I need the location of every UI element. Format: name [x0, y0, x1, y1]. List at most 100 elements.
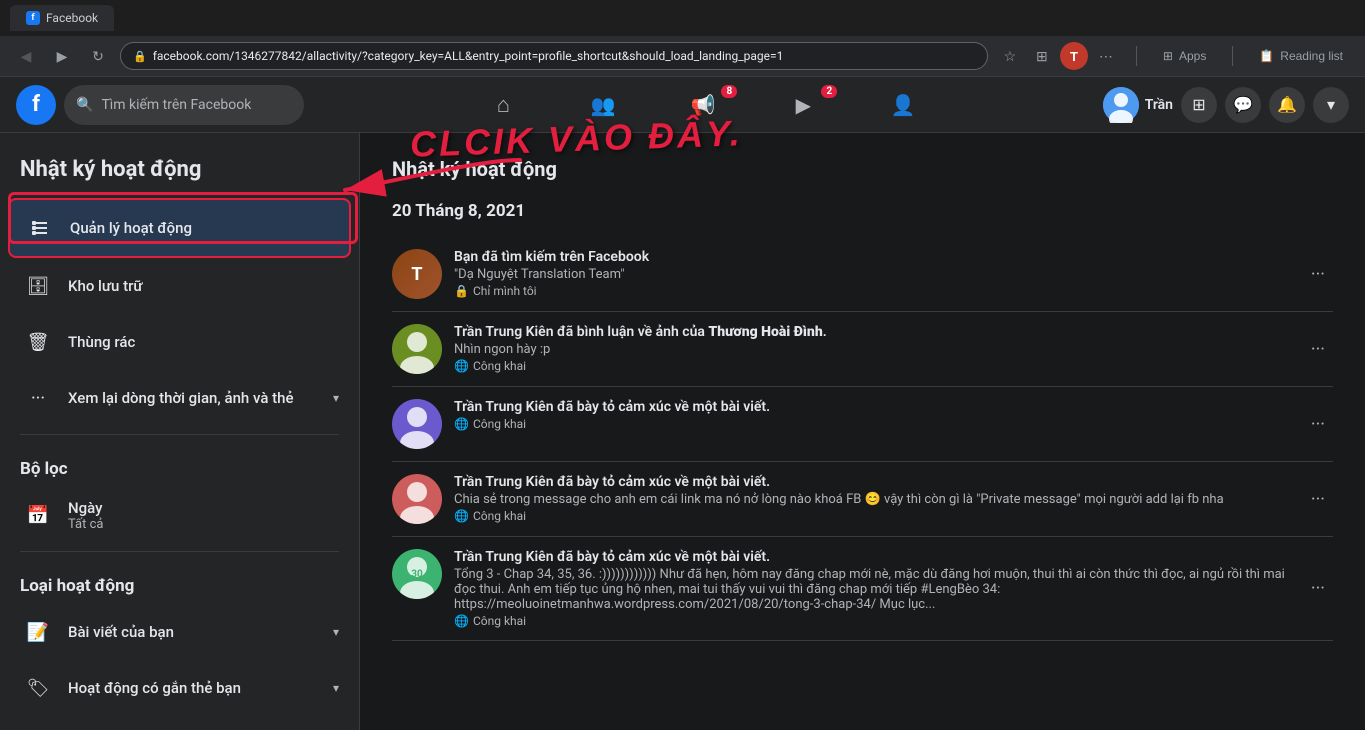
activity-body-2: Trần Trung Kiên đã bình luận về ảnh của …: [454, 324, 1291, 373]
address-bar[interactable]: 🔒 facebook.com/1346277842/allactivity/?c…: [120, 42, 988, 70]
browser-tab-bar: f Facebook: [0, 0, 1365, 36]
apps-label: Apps: [1179, 49, 1206, 63]
activity-privacy-2: 🌐 Công khai: [454, 359, 1291, 373]
extensions-button[interactable]: ⊞: [1028, 42, 1056, 70]
activity-options-3[interactable]: ···: [1303, 410, 1333, 439]
nav-groups[interactable]: 👤: [855, 81, 951, 129]
user-name: Trần: [1145, 97, 1173, 113]
activity-sub-text-1: "Dạ Nguyệt Translation Team": [454, 267, 1291, 282]
nav-notifications[interactable]: 📢 8: [655, 81, 751, 129]
messenger-btn[interactable]: 💬: [1225, 87, 1261, 123]
apps-button[interactable]: ⊞ Apps: [1153, 45, 1216, 67]
groups-icon: 👤: [891, 93, 916, 117]
reload-button[interactable]: ↻: [84, 42, 112, 70]
activity-body-4: Trần Trung Kiên đã bày tỏ cảm xúc về một…: [454, 474, 1291, 523]
sidebar-item-tagged[interactable]: 🏷 Hoạt động có gắn thẻ bạn ▾: [8, 660, 351, 716]
manage-activity-label: Quản lý hoạt động: [70, 219, 337, 237]
trash-label: Thùng rác: [68, 333, 339, 351]
search-bar[interactable]: 🔍 Tìm kiếm trên Facebook: [64, 85, 304, 125]
reading-list-button[interactable]: 📋 Reading list: [1249, 45, 1353, 67]
activity-avatar-3: [392, 399, 442, 449]
notifications-badge: 8: [721, 85, 737, 98]
search-placeholder: Tìm kiếm trên Facebook: [101, 97, 251, 113]
sidebar-item-archive[interactable]: 🗄 Kho lưu trữ: [8, 258, 351, 314]
user-avatar: [1103, 87, 1139, 123]
sidebar-item-date[interactable]: 📅 Ngày Tất cả: [8, 487, 351, 543]
sidebar-item-interactions[interactable]: 👍 Tương tác ▾: [8, 716, 351, 730]
date-label: Ngày: [68, 499, 339, 517]
reading-list-icon: 📋: [1259, 49, 1274, 63]
activity-options-5[interactable]: ···: [1303, 574, 1333, 603]
activity-options-2[interactable]: ···: [1303, 335, 1333, 364]
date-header: 20 Tháng 8, 2021: [392, 201, 1333, 221]
privacy-icon-5: 🌐: [454, 614, 469, 628]
activity-item: Trần Trung Kiên đã bày tỏ cảm xúc về một…: [392, 387, 1333, 462]
notifications-icon: 📢: [691, 93, 716, 117]
activity-body-1: Bạn đã tìm kiếm trên Facebook "Dạ Nguyệt…: [454, 249, 1291, 298]
activity-main-text-3: Trần Trung Kiên đã bày tỏ cảm xúc về một…: [454, 399, 1291, 415]
more-button[interactable]: ⋯: [1092, 42, 1120, 70]
reading-list-label: Reading list: [1280, 49, 1343, 63]
grid-menu-btn[interactable]: ⊞: [1181, 87, 1217, 123]
forward-button[interactable]: ▶: [48, 42, 76, 70]
browser-nav-bar: ◀ ▶ ↻ 🔒 facebook.com/1346277842/allactiv…: [0, 36, 1365, 76]
friends-icon: 👥: [591, 93, 616, 117]
activity-privacy-1: 🔒 Chỉ mình tôi: [454, 284, 1291, 298]
sidebar-item-review[interactable]: ··· Xem lại dòng thời gian, ảnh và thẻ ▾: [8, 370, 351, 426]
review-chevron-icon: ▾: [333, 391, 339, 405]
activity-body-5: Trần Trung Kiên đã bày tỏ cảm xúc về một…: [454, 549, 1291, 628]
tab-favicon: f: [26, 11, 40, 25]
manage-activity-icon: [22, 210, 58, 246]
posts-icon: 📝: [20, 614, 56, 650]
fb-content: Nhật ký hoạt động 20 Tháng 8, 2021 T Bạn…: [360, 133, 1365, 730]
activity-item: Trần Trung Kiên đã bày tỏ cảm xúc về một…: [392, 462, 1333, 537]
browser-actions: ☆ ⊞ T ⋯: [996, 42, 1120, 70]
activity-avatar-5: 30: [392, 549, 442, 599]
privacy-icon-3: 🌐: [454, 417, 469, 431]
apps-grid-icon: ⊞: [1163, 49, 1173, 63]
privacy-icon-1: 🔒: [454, 284, 469, 298]
activity-body-3: Trần Trung Kiên đã bày tỏ cảm xúc về một…: [454, 399, 1291, 431]
sidebar-title: Nhật ký hoạt động: [8, 149, 351, 190]
nav-home[interactable]: ⌂: [455, 81, 551, 129]
star-button[interactable]: ☆: [996, 42, 1024, 70]
activity-item: 30 Trần Trung Kiên đã bày tỏ cảm xúc về …: [392, 537, 1333, 641]
activity-privacy-5: 🌐 Công khai: [454, 614, 1291, 628]
trash-icon: 🗑: [20, 324, 56, 360]
lock-icon: 🔒: [133, 50, 147, 63]
search-icon: 🔍: [76, 97, 93, 113]
profile-button[interactable]: T: [1060, 42, 1088, 70]
bell-btn[interactable]: 🔔: [1269, 87, 1305, 123]
activity-item: T Bạn đã tìm kiếm trên Facebook "Dạ Nguy…: [392, 237, 1333, 312]
activity-main-text-5: Trần Trung Kiên đã bày tỏ cảm xúc về một…: [454, 549, 1291, 565]
sidebar-item-posts[interactable]: 📝 Bài viết của bạn ▾: [8, 604, 351, 660]
nav-watch[interactable]: ▶ 2: [755, 81, 851, 129]
chevron-btn[interactable]: ▾: [1313, 87, 1349, 123]
active-tab[interactable]: f Facebook: [10, 5, 114, 31]
browser-chrome: f Facebook ◀ ▶ ↻ 🔒 facebook.com/13462778…: [0, 0, 1365, 77]
activity-options-4[interactable]: ···: [1303, 485, 1333, 514]
archive-label: Kho lưu trữ: [68, 277, 339, 295]
activity-main-text-2: Trần Trung Kiên đã bình luận về ảnh của …: [454, 324, 1291, 340]
fb-nav-center: ⌂ 👥 📢 8 ▶ 2 👤: [304, 81, 1103, 129]
user-profile-btn[interactable]: Trần: [1103, 87, 1173, 123]
sidebar-item-trash[interactable]: 🗑 Thùng rác: [8, 314, 351, 370]
fb-logo[interactable]: f: [16, 85, 56, 125]
activity-options-1[interactable]: ···: [1303, 260, 1333, 289]
activity-sub-text-4: Chia sẻ trong message cho anh em cái lin…: [454, 492, 1291, 507]
review-label: Xem lại dòng thời gian, ảnh và thẻ: [68, 389, 321, 407]
activity-privacy-4: 🌐 Công khai: [454, 509, 1291, 523]
nav-friends[interactable]: 👥: [555, 81, 651, 129]
date-value: Tất cả: [68, 517, 339, 532]
privacy-icon-4: 🌐: [454, 509, 469, 523]
back-button[interactable]: ◀: [12, 42, 40, 70]
posts-chevron-icon: ▾: [333, 625, 339, 639]
fb-header-right: Trần ⊞ 💬 🔔 ▾: [1103, 87, 1349, 123]
watch-icon: ▶: [796, 93, 811, 117]
archive-icon: 🗄: [20, 268, 56, 304]
tab-label: Facebook: [46, 11, 98, 25]
fb-header: f 🔍 Tìm kiếm trên Facebook ⌂ 👥 📢 8 ▶ 2 👤: [0, 77, 1365, 133]
sidebar-item-manage-activity[interactable]: Quản lý hoạt động: [8, 198, 351, 258]
sidebar-divider-2: [20, 551, 339, 552]
activity-main-text-4: Trần Trung Kiên đã bày tỏ cảm xúc về một…: [454, 474, 1291, 490]
